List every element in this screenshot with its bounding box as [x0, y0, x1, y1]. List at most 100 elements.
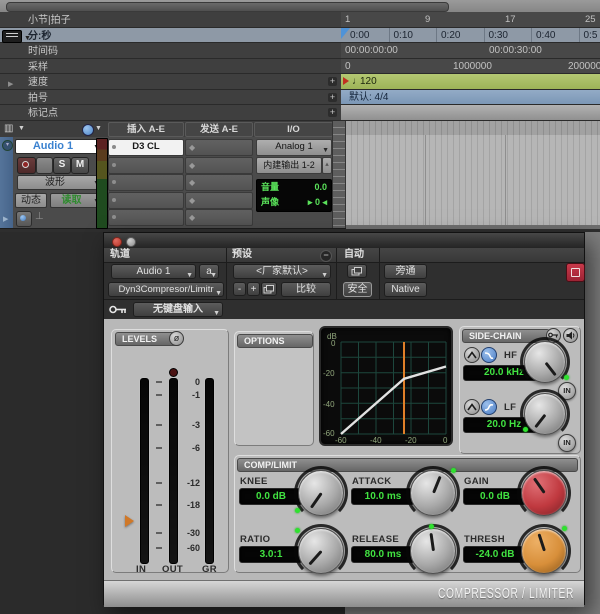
record-enable-button[interactable]	[17, 157, 36, 174]
send-slot-d[interactable]: ◆	[185, 192, 253, 209]
minsec-tick: 0:40	[531, 28, 579, 42]
threshold-arrow[interactable]	[125, 515, 134, 527]
send-slot-a[interactable]: ◆	[185, 139, 253, 156]
ruler-meter[interactable]: 拍号 + 默认: 4/4	[0, 90, 600, 105]
chevron-down-icon: ▼	[186, 269, 193, 283]
in-meter-label: IN	[136, 564, 146, 575]
add-marker-button[interactable]: +	[328, 108, 337, 117]
ruler-tempo[interactable]: ▶ 速度 + ♩ 120	[0, 74, 600, 90]
close-window-icon[interactable]	[112, 237, 122, 247]
insert-slot-a[interactable]: D3 CL	[108, 139, 184, 156]
chevron-down-icon[interactable]: ▼	[95, 125, 102, 132]
track-view-selector[interactable]: 波形 ▼	[17, 175, 103, 190]
svg-text:-20: -20	[405, 436, 417, 444]
track-view-selector-icon[interactable]: ▥	[4, 123, 13, 134]
lf-peak-filter-icon[interactable]	[464, 399, 480, 415]
ratio-label: RATIO	[240, 534, 270, 545]
input-monitor-button[interactable]	[36, 157, 53, 174]
track-color-strip[interactable]: ▾ ▶	[0, 137, 13, 228]
plugin-titlebar[interactable]	[104, 233, 584, 249]
keyboard-focus-row: 无键盘输入 ▼	[104, 299, 584, 321]
send-arrow-icon: ◆	[189, 194, 195, 208]
plugin-track-selector[interactable]: Audio 1 ▼	[111, 264, 196, 279]
insert-plugin-name: D3 CL	[132, 141, 159, 152]
hf-shelf-filter-icon[interactable]	[481, 347, 497, 363]
preset-decrement-button[interactable]: -	[233, 282, 246, 296]
track-playlist-lane[interactable]	[346, 135, 600, 225]
lf-in-button[interactable]: IN	[558, 434, 576, 452]
lane-bottom-edge	[346, 225, 600, 229]
collapse-header-icon[interactable]: −	[320, 250, 332, 262]
scrollbar-thumb[interactable]	[6, 2, 449, 12]
gain-label: GAIN	[464, 476, 489, 487]
send-slot-c[interactable]: ◆	[185, 174, 253, 191]
volume-value: 0.0	[314, 181, 327, 194]
engine-type-button[interactable]: Native	[384, 282, 427, 297]
release-knob[interactable]	[410, 528, 456, 574]
freeze-icon[interactable]: ⊥	[35, 211, 44, 222]
add-tempo-button[interactable]: +	[328, 77, 337, 86]
safe-button[interactable]: 安全	[343, 282, 372, 297]
gain-knob[interactable]	[521, 470, 567, 516]
insert-slot-d[interactable]	[108, 192, 184, 209]
keyboard-focus-selector[interactable]: 无键盘输入 ▼	[133, 302, 223, 317]
attack-knob[interactable]	[410, 470, 456, 516]
plugin-footer: COMPRESSOR / LIMITER	[104, 580, 584, 607]
hf-frequency-knob[interactable]	[524, 341, 566, 383]
chevron-down-icon[interactable]: ▼	[18, 125, 25, 132]
minimize-window-icon[interactable]	[126, 237, 136, 247]
output-path-selector[interactable]: Analog 1 ▼	[256, 139, 332, 156]
knee-knob[interactable]	[298, 470, 344, 516]
hf-peak-filter-icon[interactable]	[464, 347, 480, 363]
solo-button[interactable]: S	[53, 157, 71, 174]
insert-slot-c[interactable]	[108, 174, 184, 191]
elastic-audio-button[interactable]	[16, 211, 32, 227]
tempo-event-marker[interactable]	[343, 77, 349, 85]
ratio-knob[interactable]	[298, 528, 344, 574]
side-chain-listen-icon[interactable]	[563, 328, 578, 343]
thresh-knob[interactable]	[521, 528, 567, 574]
preset-increment-button[interactable]: +	[247, 282, 260, 296]
insert-slot-b[interactable]	[108, 157, 184, 174]
ruler-bars[interactable]: 小节|拍子 1 9 17 25	[0, 12, 600, 28]
insert-position-selector[interactable]: a ▼	[199, 264, 219, 279]
ruler-minsec[interactable]: ▼ 分:秒 0:00 0:10 0:20 0:30 0:40 0:5	[0, 28, 600, 43]
ruler-samples[interactable]: 采样 0 1000000 2000000	[0, 59, 600, 74]
compare-button[interactable]: 比较	[281, 282, 331, 297]
preset-selector[interactable]: <厂家默认> ▼	[233, 264, 331, 279]
record-circle-icon	[22, 161, 29, 168]
target-button[interactable]	[566, 263, 585, 282]
plugin-header-labels: 轨道 预设 − 自动	[104, 248, 584, 263]
expand-arrow-icon[interactable]: ▶	[8, 77, 13, 90]
track-name-field[interactable]: Audio 1 ▼	[15, 139, 103, 154]
inserts-column-header[interactable]: 插入 A-E	[108, 122, 184, 137]
attack-label: ATTACK	[352, 476, 391, 487]
lf-shelf-filter-icon[interactable]	[481, 399, 497, 415]
ruler-view-icon[interactable]	[2, 30, 22, 43]
ruler-markers[interactable]: 标记点 +	[0, 105, 600, 121]
io-column-header[interactable]: I/O	[254, 122, 333, 137]
automation-lane-button[interactable]: 动态	[15, 193, 47, 208]
mute-button[interactable]: M	[71, 157, 89, 174]
output-meter-icon[interactable]: ▴	[322, 157, 332, 174]
lf-frequency-knob[interactable]	[524, 393, 566, 435]
ruler-timecode[interactable]: 时间码 00:00:00:00 00:00:30:00	[0, 43, 600, 59]
send-slot-b[interactable]: ◆	[185, 157, 253, 174]
playhead-marker[interactable]	[341, 28, 350, 39]
bars-tick: 25	[585, 12, 596, 27]
volume-pan-display[interactable]: 音量 0.0 声像 ▸ 0 ◂	[256, 179, 332, 212]
send-slot-e[interactable]: ◆	[185, 209, 253, 226]
track-collapse-icon[interactable]: ▾	[2, 140, 13, 151]
lane-top-band	[346, 121, 600, 136]
track-height-scale[interactable]	[332, 121, 346, 228]
bypass-button[interactable]: 旁通	[384, 264, 427, 279]
insert-slot-e[interactable]	[108, 209, 184, 226]
timebase-clock-icon[interactable]	[82, 124, 94, 136]
hardware-output-selector[interactable]: 内建输出 1-2	[256, 157, 322, 174]
track-expand-icon[interactable]: ▶	[3, 215, 8, 223]
plugin-selector[interactable]: Dyn3Compresor/Limitr ▼	[108, 282, 224, 297]
sends-column-header[interactable]: 发送 A-E	[185, 122, 253, 137]
add-meter-button[interactable]: +	[328, 93, 337, 102]
auto-enable-button[interactable]	[347, 264, 367, 278]
preset-copy-button[interactable]	[261, 282, 277, 296]
